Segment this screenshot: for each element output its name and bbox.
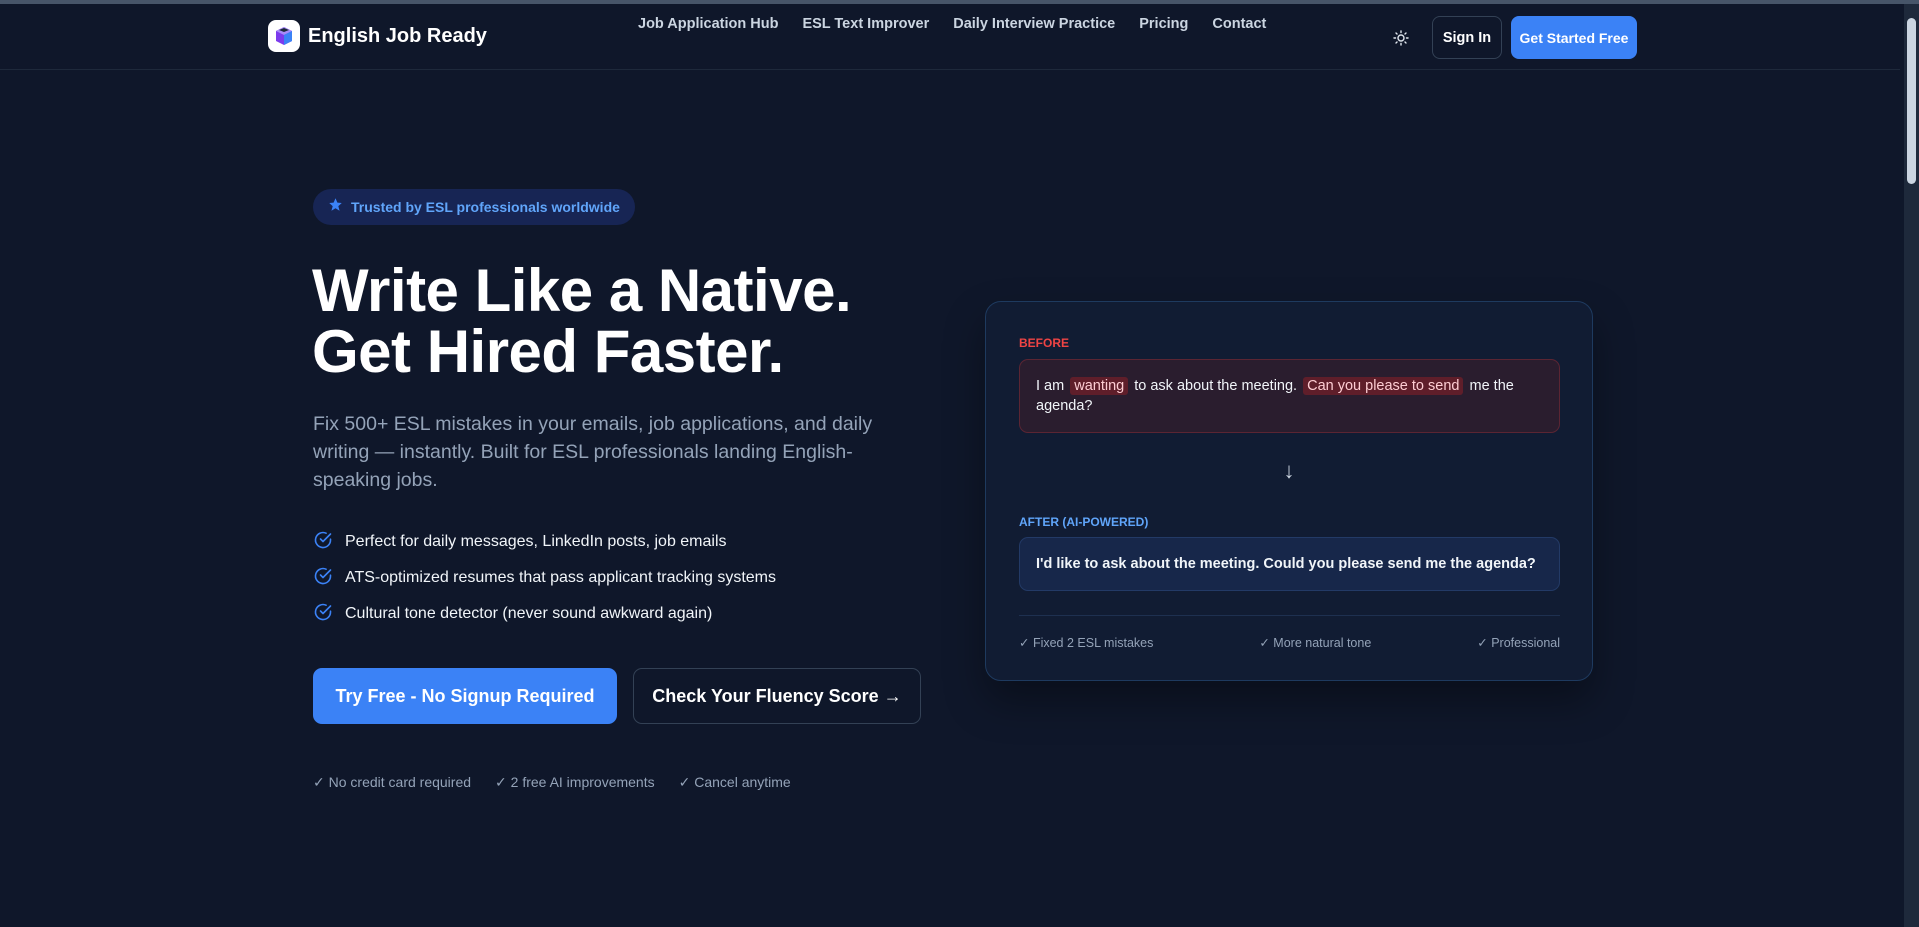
check-circle-icon — [313, 602, 333, 627]
before-text-part: to ask about the meeting. — [1134, 378, 1298, 394]
trust-badge: Trusted by ESL professionals worldwide — [313, 189, 635, 225]
feature-text: Perfect for daily messages, LinkedIn pos… — [345, 533, 727, 550]
check-circle-icon — [313, 530, 333, 555]
scrollbar-thumb[interactable] — [1907, 18, 1916, 184]
demo-footer-item: ✓ Professional — [1477, 636, 1560, 650]
trust-badge-text: Trusted by ESL professionals worldwide — [351, 199, 620, 215]
brand[interactable]: English Job Ready — [268, 20, 487, 52]
check-circle-icon — [313, 566, 333, 591]
check-fluency-button[interactable]: Check Your Fluency Score → — [633, 668, 921, 724]
hero-subtitle: Fix 500+ ESL mistakes in your emails, jo… — [313, 413, 873, 491]
sign-in-button[interactable]: Sign In — [1432, 16, 1502, 59]
before-after-demo-card: BEFORE I am wanting to ask about the mee… — [985, 301, 1593, 681]
before-label: BEFORE — [1019, 336, 1070, 350]
nav-link-esl-text-improver[interactable]: ESL Text Improver — [802, 16, 929, 32]
try-free-button[interactable]: Try Free - No Signup Required — [313, 668, 617, 724]
feature-text: Cultural tone detector (never sound awkw… — [345, 605, 713, 622]
mistake-highlight: Can you please to send — [1303, 377, 1464, 395]
list-item: ATS-optimized resumes that pass applican… — [313, 560, 776, 596]
feature-text: ATS-optimized resumes that pass applican… — [345, 569, 776, 586]
after-text: I'd like to ask about the meeting. Could… — [1036, 556, 1536, 572]
nav-link-job-application-hub[interactable]: Job Application Hub — [638, 16, 778, 32]
list-item: Perfect for daily messages, LinkedIn pos… — [313, 524, 776, 560]
after-text-box: I'd like to ask about the meeting. Could… — [1019, 537, 1560, 591]
brand-name: English Job Ready — [308, 24, 487, 47]
star-icon — [328, 197, 343, 217]
trust-item: ✓ 2 free AI improvements — [495, 774, 655, 790]
nav-link-pricing[interactable]: Pricing — [1139, 16, 1188, 32]
nav-link-contact[interactable]: Contact — [1212, 16, 1266, 32]
arrow-down-icon: ↓ — [1283, 458, 1295, 483]
demo-footer-item: ✓ More natural tone — [1259, 636, 1372, 650]
main-nav: Job Application Hub ESL Text Improver Da… — [638, 16, 1266, 32]
divider — [1019, 615, 1560, 616]
before-text-part: I am — [1036, 378, 1065, 394]
get-started-button[interactable]: Get Started Free — [1511, 16, 1637, 59]
demo-footer-item: ✓ Fixed 2 ESL mistakes — [1019, 636, 1154, 650]
sun-icon[interactable] — [1391, 28, 1411, 48]
top-navbar: English Job Ready Job Application Hub ES… — [0, 4, 1900, 70]
trust-row: ✓ No credit card required ✓ 2 free AI im… — [313, 774, 791, 791]
after-label: AFTER (AI-POWERED) — [1019, 515, 1149, 529]
before-text-box: I am wanting to ask about the meeting. C… — [1019, 359, 1560, 433]
nav-link-daily-interview-practice[interactable]: Daily Interview Practice — [953, 16, 1115, 32]
list-item: Cultural tone detector (never sound awkw… — [313, 596, 776, 632]
trust-item: ✓ Cancel anytime — [678, 774, 791, 790]
feature-list: Perfect for daily messages, LinkedIn pos… — [313, 524, 776, 632]
graduation-cube-icon — [268, 20, 300, 52]
hero-headline: Write Like a Native. Get Hired Faster. — [312, 257, 852, 385]
mistake-highlight: wanting — [1070, 377, 1129, 395]
trust-item: ✓ No credit card required — [313, 774, 472, 790]
demo-footer: ✓ Fixed 2 ESL mistakes ✓ More natural to… — [1019, 635, 1560, 650]
